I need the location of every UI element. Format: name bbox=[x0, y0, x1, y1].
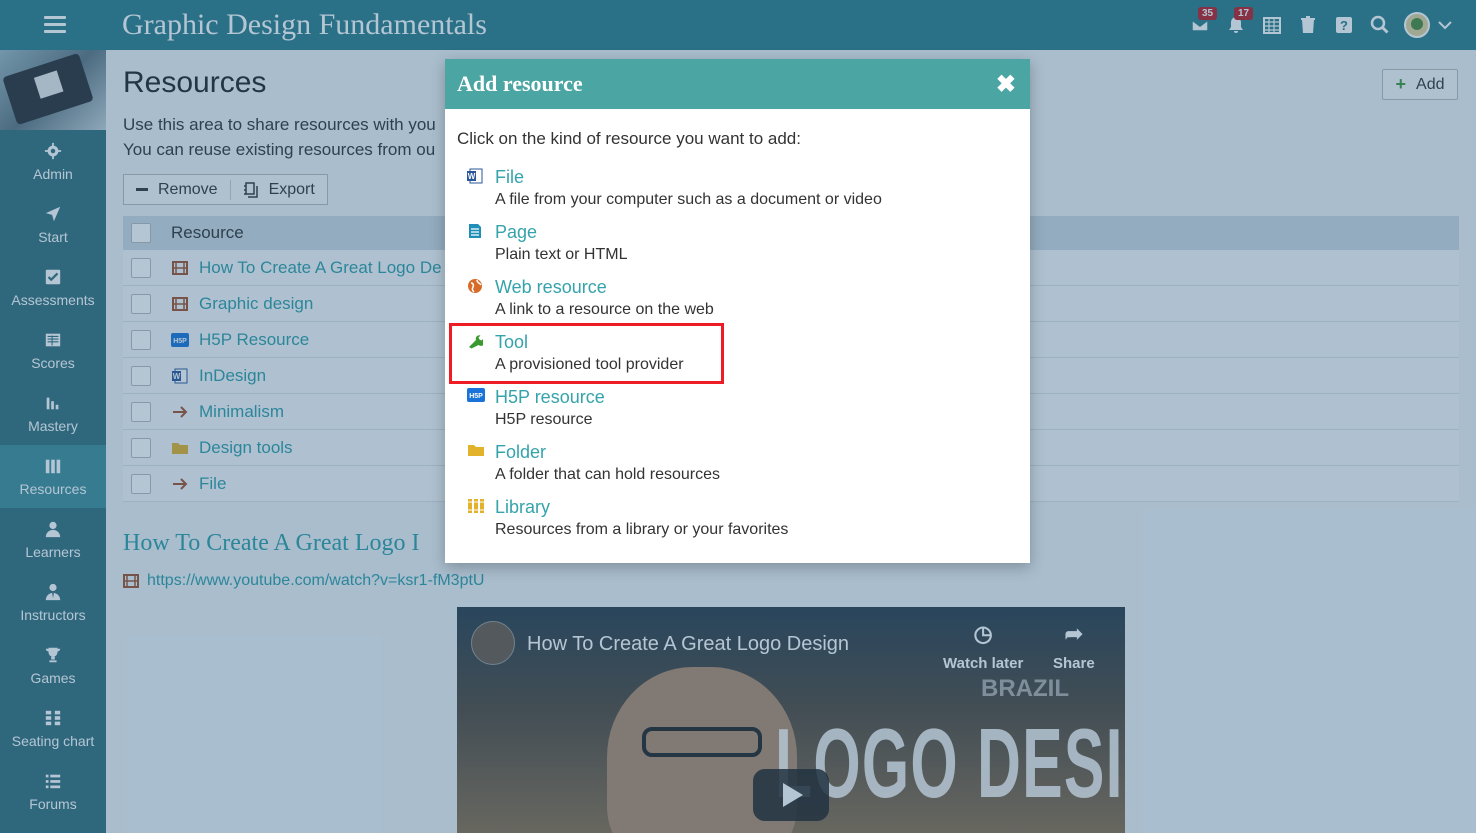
option-name[interactable]: Page bbox=[495, 222, 537, 243]
option-desc: Resources from a library or your favorit… bbox=[495, 521, 789, 538]
option-desc: Plain text or HTML bbox=[495, 246, 628, 263]
option-desc: A link to a resource on the web bbox=[495, 301, 714, 318]
option-name[interactable]: Library bbox=[495, 497, 550, 518]
globe-icon bbox=[467, 278, 485, 296]
books-icon bbox=[467, 498, 485, 516]
svg-text:H5P: H5P bbox=[469, 393, 483, 400]
tool-option-highlight bbox=[449, 323, 724, 384]
close-icon[interactable]: ✖ bbox=[996, 70, 1016, 99]
option-name[interactable]: H5P resource bbox=[495, 387, 605, 408]
option-desc: A folder that can hold resources bbox=[495, 466, 721, 483]
option-name[interactable]: File bbox=[495, 167, 524, 188]
dialog-prompt: Click on the kind of resource you want t… bbox=[457, 129, 801, 148]
word-doc-icon: W bbox=[467, 168, 485, 186]
option-desc: A file from your computer such as a docu… bbox=[495, 191, 882, 208]
option-name[interactable]: Web resource bbox=[495, 277, 607, 298]
option-desc: H5P resource bbox=[495, 411, 593, 428]
h5p-icon: H5P bbox=[467, 388, 485, 406]
dialog-header: Add resource ✖ bbox=[445, 59, 1030, 109]
dialog-title: Add resource bbox=[457, 71, 583, 96]
folder-icon bbox=[467, 443, 485, 461]
svg-text:W: W bbox=[468, 172, 476, 181]
option-name[interactable]: Folder bbox=[495, 442, 546, 463]
add-resource-dialog: Add resource ✖ Click on the kind of reso… bbox=[445, 59, 1030, 563]
page-icon bbox=[467, 223, 485, 241]
